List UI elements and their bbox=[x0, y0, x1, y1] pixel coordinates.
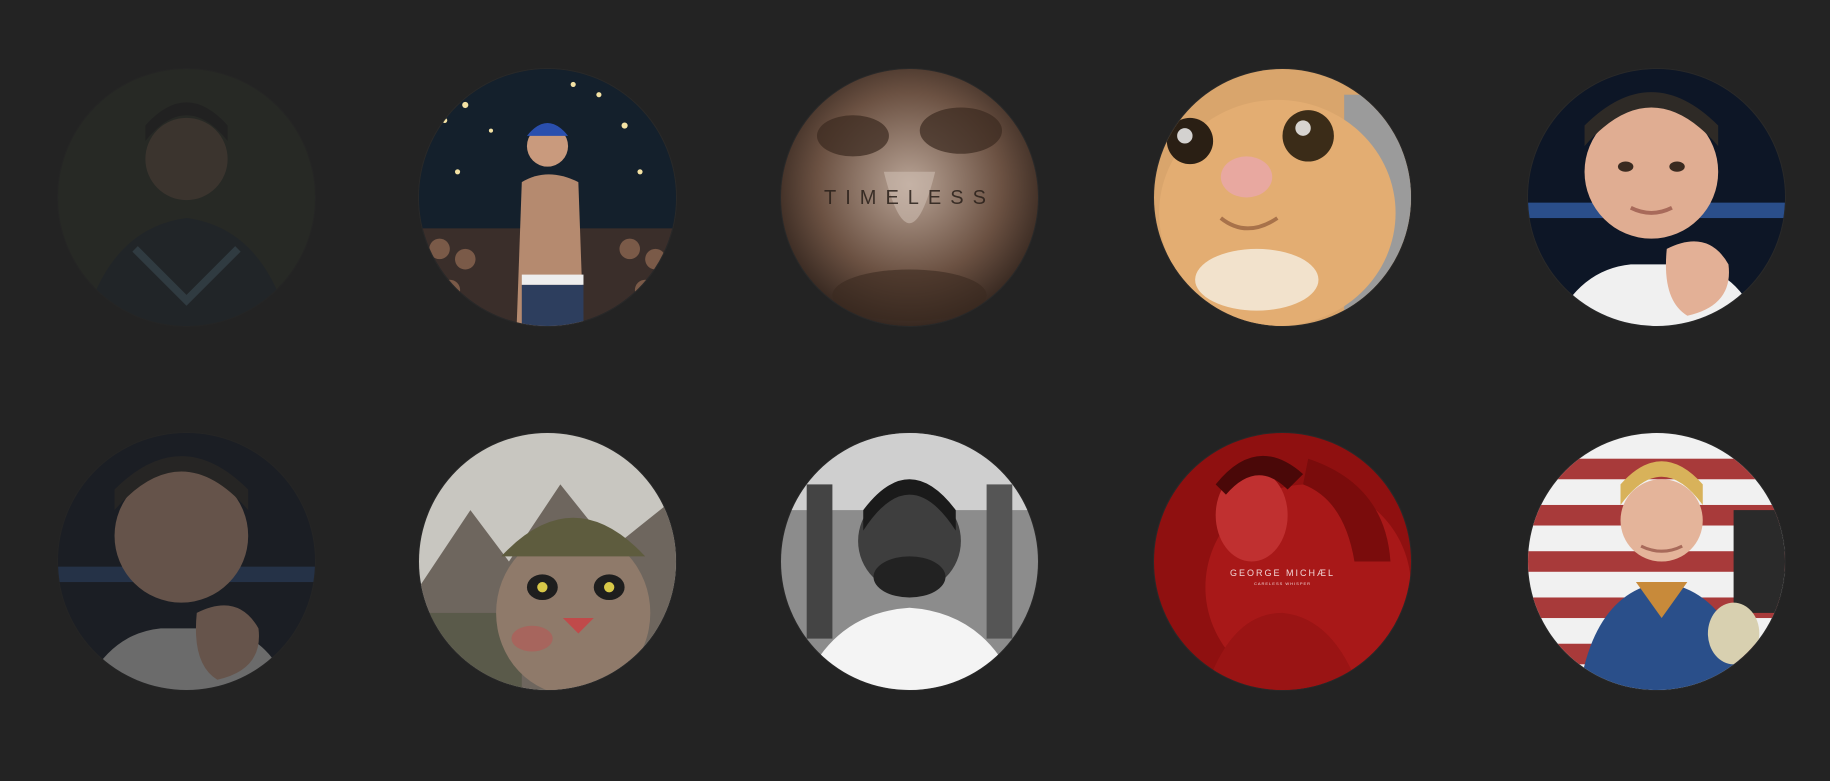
avatar-option-6[interactable] bbox=[58, 433, 315, 690]
avatar-option-9[interactable]: GEORGE MICHÆL CARELESS WHISPER bbox=[1154, 433, 1411, 690]
avatar-grid: TIMELESS GEORGE MICHÆL CARELESS WHISPER bbox=[0, 0, 1830, 781]
avatar-image bbox=[419, 433, 676, 690]
avatar-image bbox=[1528, 433, 1785, 690]
avatar-image bbox=[1154, 433, 1411, 690]
avatar-option-8[interactable] bbox=[781, 433, 1038, 690]
avatar-image bbox=[781, 433, 1038, 690]
avatar-option-3[interactable]: TIMELESS bbox=[781, 69, 1038, 326]
avatar-option-10[interactable] bbox=[1528, 433, 1785, 690]
avatar-image bbox=[1154, 69, 1411, 326]
avatar-image bbox=[781, 69, 1038, 326]
avatar-image bbox=[58, 69, 315, 326]
avatar-image bbox=[419, 69, 676, 326]
avatar-option-5[interactable] bbox=[1528, 69, 1785, 326]
avatar-option-1[interactable] bbox=[58, 69, 315, 326]
avatar-option-4[interactable] bbox=[1154, 69, 1411, 326]
avatar-image bbox=[58, 433, 315, 690]
avatar-image bbox=[1528, 69, 1785, 326]
avatar-option-7[interactable] bbox=[419, 433, 676, 690]
avatar-option-2[interactable] bbox=[419, 69, 676, 326]
